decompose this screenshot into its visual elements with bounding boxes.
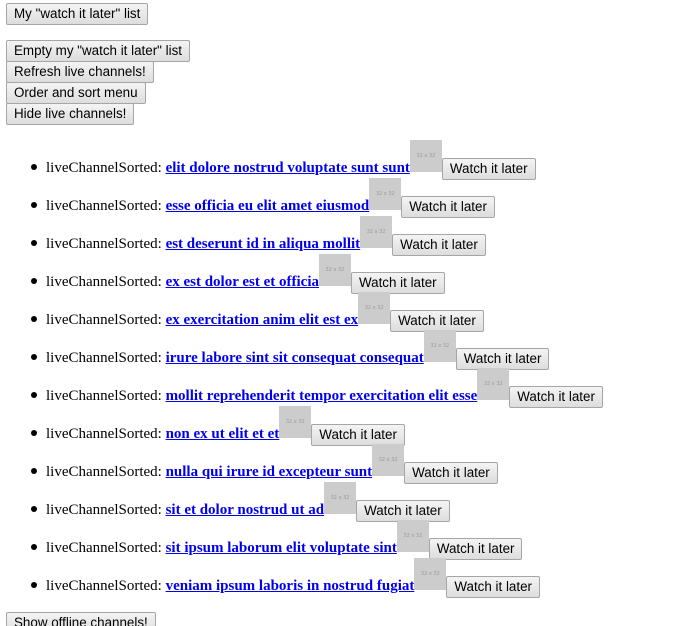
page: My "watch it later" list Empty my "watch… (0, 0, 686, 626)
channel-row: liveChannelSorted: ex exercitation anim … (46, 292, 484, 332)
bullet-icon (31, 316, 37, 322)
channel-thumbnail: 32 x 32 (423, 330, 456, 362)
channel-prefix-label: liveChannelSorted: (46, 464, 162, 480)
watch-it-later-button[interactable]: Watch it later (404, 462, 498, 484)
watch-it-later-button[interactable]: Watch it later (509, 386, 603, 408)
bullet-icon (31, 354, 37, 360)
channel-row: liveChannelSorted: sit ipsum laborum eli… (46, 520, 523, 560)
channel-row: liveChannelSorted: ex est dolor est et o… (46, 254, 445, 294)
bullet-icon (31, 506, 37, 512)
channel-thumbnail: 32 x 32 (318, 254, 351, 286)
channel-link[interactable]: ex exercitation anim elit est ex (166, 311, 359, 329)
channel-thumbnail: 32 x 32 (414, 558, 447, 590)
watch-it-later-button[interactable]: Watch it later (311, 424, 405, 446)
channel-link[interactable]: est deserunt id in aliqua mollit (166, 235, 361, 253)
channel-prefix-label: liveChannelSorted: (46, 274, 162, 290)
channel-row: liveChannelSorted: irure labore sint sit… (46, 330, 550, 370)
watch-it-later-button[interactable]: Watch it later (350, 272, 445, 294)
channel-link[interactable]: sit ipsum laborum elit voluptate sint (166, 539, 397, 557)
channel-row: liveChannelSorted: est deserunt id in al… (46, 216, 486, 256)
channel-thumbnail: 32 x 32 (409, 140, 442, 172)
channel-link[interactable]: ex est dolor est et officia (166, 273, 319, 291)
bullet-icon (31, 164, 37, 170)
channel-prefix-label: liveChannelSorted: (46, 236, 162, 252)
channel-thumbnail: 32 x 32 (360, 216, 393, 248)
channel-thumbnail: 32 x 32 (279, 406, 312, 438)
channel-row: liveChannelSorted: nulla qui irure id ex… (46, 444, 498, 484)
channel-prefix-label: liveChannelSorted: (46, 578, 162, 594)
channel-row: liveChannelSorted: veniam ipsum laboris … (46, 558, 540, 598)
channel-prefix-label: liveChannelSorted: (46, 426, 162, 442)
channel-thumbnail: 32 x 32 (396, 520, 429, 552)
watch-it-later-button[interactable]: Watch it later (455, 348, 550, 370)
bullet-icon (31, 202, 37, 208)
bullet-icon (31, 240, 37, 246)
bullet-icon (31, 544, 37, 550)
channel-link[interactable]: esse officia eu elit amet eiusmod (166, 197, 370, 215)
bullet-icon (31, 468, 37, 474)
watch-it-later-button[interactable]: Watch it later (428, 538, 523, 560)
channel-row: liveChannelSorted: elit dolore nostrud v… (46, 140, 536, 180)
channel-prefix-label: liveChannelSorted: (46, 312, 162, 328)
channel-link[interactable]: non ex ut elit et et (166, 425, 280, 443)
watch-it-later-button[interactable]: Watch it later (446, 576, 540, 598)
channel-link[interactable]: nulla qui irure id excepteur sunt (166, 463, 373, 481)
channel-thumbnail: 32 x 32 (358, 292, 391, 324)
watch-it-later-button[interactable]: Watch it later (356, 500, 450, 522)
channel-prefix-label: liveChannelSorted: (46, 350, 162, 366)
channel-row: liveChannelSorted: mollit reprehenderit … (46, 368, 603, 408)
order-and-sort-menu-button[interactable]: Order and sort menu (6, 82, 146, 104)
channel-link[interactable]: irure labore sint sit consequat consequa… (166, 349, 424, 367)
channel-link[interactable]: sit et dolor nostrud ut ad (166, 501, 325, 519)
watch-it-later-button[interactable]: Watch it later (392, 234, 486, 256)
show-offline-channels-button[interactable]: Show offline channels! (6, 612, 156, 626)
bullet-icon (31, 430, 37, 436)
watch-it-later-button[interactable]: Watch it later (401, 196, 495, 218)
channel-prefix-label: liveChannelSorted: (46, 388, 162, 404)
watch-later-list-button[interactable]: My "watch it later" list (6, 3, 149, 25)
bullet-icon (31, 392, 37, 398)
channel-prefix-label: liveChannelSorted: (46, 160, 162, 176)
channel-thumbnail: 32 x 32 (369, 178, 402, 210)
channel-link[interactable]: veniam ipsum laboris in nostrud fugiat (166, 577, 415, 595)
hide-live-channels-button[interactable]: Hide live channels! (6, 103, 135, 125)
bullet-icon (31, 278, 37, 284)
channel-row: liveChannelSorted: non ex ut elit et et 3… (46, 406, 405, 446)
channel-prefix-label: liveChannelSorted: (46, 198, 162, 214)
channel-row: liveChannelSorted: sit et dolor nostrud … (46, 482, 450, 522)
channel-link[interactable]: mollit reprehenderit tempor exercitation… (166, 387, 478, 405)
channel-link[interactable]: elit dolore nostrud voluptate sunt sunt (166, 159, 410, 177)
refresh-live-channels-button[interactable]: Refresh live channels! (6, 61, 154, 83)
watch-it-later-button[interactable]: Watch it later (390, 310, 484, 332)
channel-thumbnail: 32 x 32 (324, 482, 357, 514)
watch-it-later-button[interactable]: Watch it later (441, 158, 536, 180)
channel-prefix-label: liveChannelSorted: (46, 540, 162, 556)
channel-row: liveChannelSorted: esse officia eu elit … (46, 178, 495, 218)
channel-prefix-label: liveChannelSorted: (46, 502, 162, 518)
empty-watch-later-list-button[interactable]: Empty my "watch it later" list (6, 40, 190, 62)
channel-thumbnail: 32 x 32 (477, 368, 510, 400)
bullet-icon (31, 582, 37, 588)
channel-thumbnail: 32 x 32 (372, 444, 405, 476)
